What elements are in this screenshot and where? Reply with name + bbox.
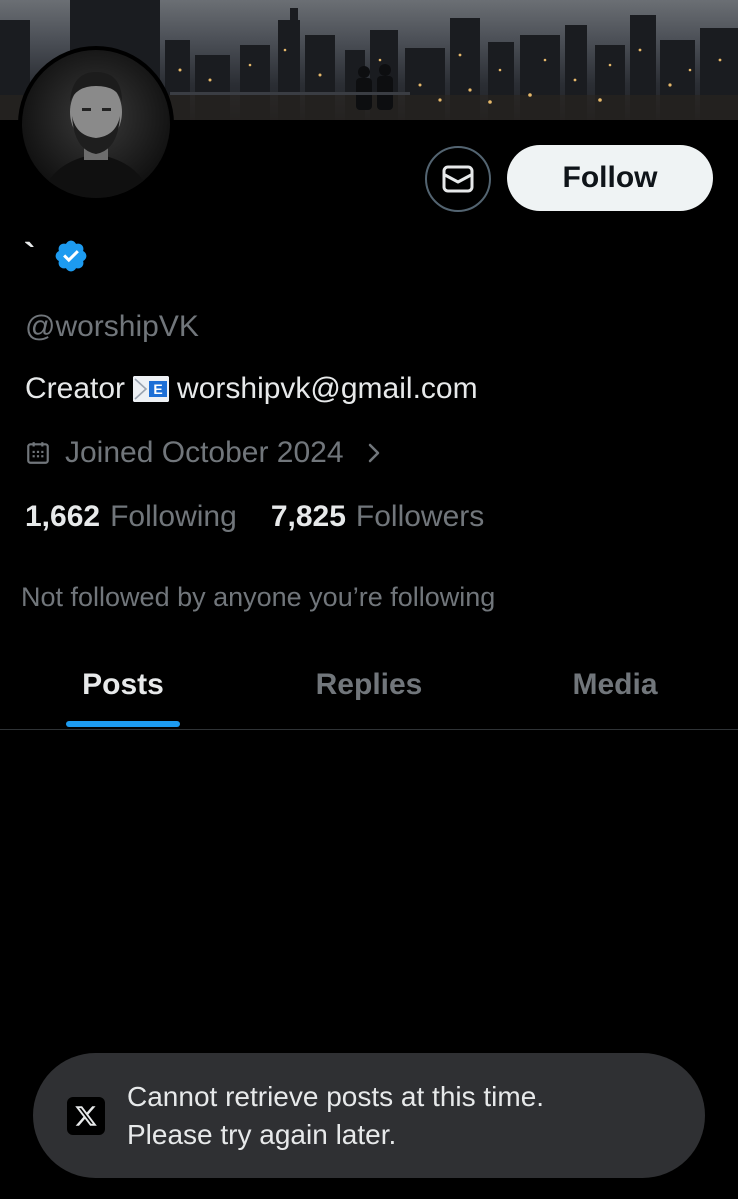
bio-email-link[interactable]: worshipvk@gmail.com bbox=[177, 372, 478, 406]
tab-posts[interactable]: Posts bbox=[0, 640, 246, 730]
profile-avatar[interactable] bbox=[18, 46, 174, 202]
follow-stats-row: 1,662 Following 7,825 Followers bbox=[25, 500, 484, 534]
svg-text:E: E bbox=[153, 381, 162, 397]
message-button[interactable] bbox=[425, 146, 491, 212]
joined-date-text: Joined October 2024 bbox=[65, 436, 344, 469]
toast-line-1: Cannot retrieve posts at this time. bbox=[127, 1080, 545, 1112]
toast-message: Cannot retrieve posts at this time. Plea… bbox=[127, 1078, 544, 1154]
active-tab-indicator bbox=[66, 721, 180, 727]
followers-count: 7,825 bbox=[270, 500, 346, 533]
followers-stat[interactable]: 7,825 Followers bbox=[271, 500, 484, 534]
calendar-icon bbox=[27, 442, 49, 464]
envelope-icon bbox=[442, 165, 474, 193]
profile-bio: Creator E worshipvk@gmail.com bbox=[25, 372, 478, 406]
profile-tabs: Posts Replies Media bbox=[0, 640, 738, 730]
bio-prefix: Creator bbox=[25, 372, 126, 405]
mutual-followers-note: Not followed by anyone you’re following bbox=[21, 582, 496, 612]
tab-replies[interactable]: Replies bbox=[246, 640, 492, 730]
display-name: ` bbox=[24, 237, 36, 275]
followers-label: Followers bbox=[355, 500, 485, 533]
toast-line-2: Please try again later. bbox=[127, 1118, 397, 1150]
following-label: Following bbox=[110, 500, 237, 533]
profile-name-row: ` bbox=[24, 238, 89, 274]
joined-date-row[interactable]: Joined October 2024 bbox=[25, 436, 382, 470]
following-count: 1,662 bbox=[25, 500, 101, 533]
e-mail-emoji-icon: E bbox=[133, 376, 170, 402]
profile-handle: @worshipVK bbox=[25, 310, 199, 343]
following-stat[interactable]: 1,662 Following bbox=[25, 500, 237, 534]
follow-button[interactable]: Follow bbox=[507, 145, 713, 211]
avatar-portrait-graphic bbox=[22, 50, 170, 198]
error-toast: Cannot retrieve posts at this time. Plea… bbox=[33, 1053, 705, 1178]
tab-media[interactable]: Media bbox=[492, 640, 738, 730]
verified-badge-icon[interactable] bbox=[53, 238, 89, 274]
chevron-right-icon bbox=[368, 443, 379, 463]
x-logo-icon bbox=[67, 1096, 105, 1135]
